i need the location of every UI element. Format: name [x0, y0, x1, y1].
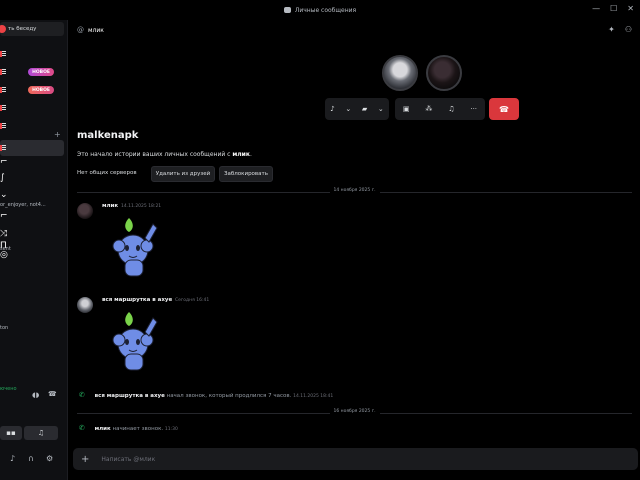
call-text: начинает звонок.	[112, 426, 164, 432]
sidebar-item-dm-active[interactable]	[0, 140, 64, 156]
sidebar-item-nitro[interactable]: НОВОЕ	[0, 65, 64, 79]
new-badge: НОВОЕ	[28, 68, 54, 76]
dm-intro-name: млик	[232, 151, 250, 158]
phone-icon: ✆	[79, 391, 85, 399]
soundboard-icon: ♫	[37, 429, 45, 437]
soundboard-button[interactable]: ♫	[24, 426, 58, 440]
inbox-icon	[283, 7, 291, 13]
avatar[interactable]	[77, 297, 93, 313]
sidebar-item-friends[interactable]	[0, 47, 64, 61]
chat-main: @ млик ✦ ⚇ ♪ ⌄ ▰ ⌄ ▣ ⁂ ♫ ··· ☎ malkenapk…	[69, 20, 640, 480]
window-controls: — ☐ ✕	[592, 4, 634, 13]
activity-icon[interactable]: ⁂	[425, 105, 432, 113]
phone-hangup-icon: ☎	[499, 104, 509, 114]
at-icon: @	[77, 26, 84, 34]
composer-placeholder[interactable]: Написать @млик	[101, 456, 155, 463]
voice-status-panel: ючено ◖◗ ☎	[0, 386, 64, 404]
sidebar-item-shop[interactable]: НОВОЕ	[0, 83, 64, 97]
message-author[interactable]: вся маршрутка в ахуе	[102, 297, 172, 303]
camera-toggle-icon[interactable]: ▰	[362, 105, 367, 113]
pin-icon[interactable]: ✦	[608, 25, 615, 34]
list-icon	[0, 51, 6, 57]
voice-connected-label: ючено	[0, 386, 17, 392]
dm-item-icon[interactable]: ⌐	[0, 157, 8, 167]
message-timestamp: 14.11.2025 18:21	[121, 204, 162, 209]
gamepad-icon: ▪▪	[6, 429, 16, 437]
call-participant-avatar[interactable]	[426, 55, 462, 91]
avatar[interactable]	[77, 203, 93, 219]
soundboard-icon[interactable]: ♫	[448, 105, 454, 113]
user-bar: ♪ ∩ ⚙	[0, 452, 64, 468]
more-icon[interactable]: ···	[470, 105, 477, 113]
chevron-down-icon[interactable]: ⌄	[0, 190, 8, 200]
list-icon	[0, 69, 6, 75]
list-icon	[0, 87, 6, 93]
mic-icon[interactable]: ♪	[10, 454, 15, 463]
create-dm-plus-icon[interactable]: +	[54, 130, 61, 139]
phone-icon: ✆	[79, 424, 85, 432]
disconnect-icon[interactable]: ☎	[48, 390, 57, 398]
find-conversation-label: ть беседу	[8, 26, 37, 32]
mic-toggle-icon[interactable]: ♪	[330, 105, 334, 113]
call-extra-controls: ▣ ⁂ ♫ ···	[395, 98, 485, 120]
wumpus-sticker[interactable]	[107, 310, 167, 376]
maximize-button[interactable]: ☐	[610, 4, 617, 13]
call-text: начал звонок, который продлился 7 часов.	[166, 393, 292, 399]
circle-icon[interactable]: ◎	[0, 250, 8, 260]
call-author[interactable]: вся маршрутка в ахуе	[95, 393, 165, 399]
chevron-down-icon[interactable]: ⌄	[378, 105, 384, 113]
list-icon	[0, 145, 6, 151]
date-divider: 14 ноября 2025 г.	[77, 188, 632, 193]
dm-item-icon[interactable]: ⌐	[0, 211, 8, 221]
date-divider-label: 14 ноября 2025 г.	[329, 188, 380, 193]
list-icon	[0, 105, 6, 111]
call-timestamp: 14.11.2025 18:41	[293, 394, 334, 399]
chat-header-name[interactable]: млик	[88, 27, 104, 34]
call-system-message: ✆ вся маршрутка в ахуе начал звонок, кот…	[79, 391, 333, 399]
dm-title: malkenapk	[77, 130, 139, 141]
signal-icon[interactable]: ◖◗	[32, 391, 39, 399]
dm-item-icon[interactable]: ∫	[0, 173, 5, 183]
dm-intro-text: Это начало истории ваших личных сообщени…	[77, 151, 252, 158]
call-timestamp: 11:30	[164, 427, 178, 432]
block-button[interactable]: Заблокировать	[219, 166, 273, 182]
title-bar: Личные сообщения — ☐ ✕	[0, 0, 640, 20]
headphones-icon[interactable]: ∩	[28, 454, 34, 463]
wumpus-sticker[interactable]	[107, 216, 167, 282]
dm-item-group-label[interactable]: or_enjoyer, not4...	[0, 202, 46, 208]
hangup-button[interactable]: ☎	[489, 98, 519, 120]
add-friends-icon[interactable]: ⚇	[625, 25, 632, 34]
search-icon	[0, 25, 6, 33]
call-system-message: ✆ млик начинает звонок. 11:30	[79, 424, 178, 432]
date-divider-label: 16 ноября 2025 г.	[329, 409, 380, 414]
dm-item-label[interactable]: ton	[0, 325, 8, 331]
message-author[interactable]: млик	[102, 203, 118, 209]
minimize-button[interactable]: —	[592, 4, 600, 13]
new-badge: НОВОЕ	[28, 86, 54, 94]
call-author[interactable]: млик	[95, 426, 111, 432]
message-composer[interactable]: + Написать @млик	[73, 448, 638, 470]
list-icon	[0, 123, 6, 129]
gear-icon[interactable]: ⚙	[46, 454, 53, 463]
shuffle-icon[interactable]: ⤨	[0, 229, 7, 239]
remove-friend-button[interactable]: Удалить из друзей	[151, 166, 215, 182]
chevron-down-icon[interactable]: ⌄	[345, 105, 351, 113]
find-conversation-button[interactable]: ть беседу	[0, 22, 64, 36]
screen-share-icon[interactable]: ▣	[403, 105, 410, 113]
dm-intro-suffix: .	[249, 151, 252, 158]
call-participant-avatar[interactable]	[382, 55, 418, 91]
call-media-controls: ♪ ⌄ ▰ ⌄	[325, 98, 389, 120]
attach-plus-icon[interactable]: +	[81, 454, 89, 465]
dm-intro-prefix: Это начало истории ваших личных сообщени…	[77, 151, 231, 158]
chat-header: @ млик ✦ ⚇	[69, 20, 640, 40]
no-common-servers: Нет общих серверов	[77, 170, 137, 176]
window-title: Личные сообщения	[294, 6, 357, 14]
sidebar-item-quests[interactable]	[0, 101, 64, 115]
dm-sidebar: ть беседу НОВОЕ НОВОЕ + ⌐ ∫ ⌄ or_enjoyer…	[0, 20, 68, 480]
date-divider: 16 ноября 2025 г.	[77, 409, 632, 414]
close-button[interactable]: ✕	[627, 4, 634, 13]
activity-button[interactable]: ▪▪	[0, 426, 22, 440]
message-timestamp: Сегодня 16:41	[175, 298, 210, 303]
